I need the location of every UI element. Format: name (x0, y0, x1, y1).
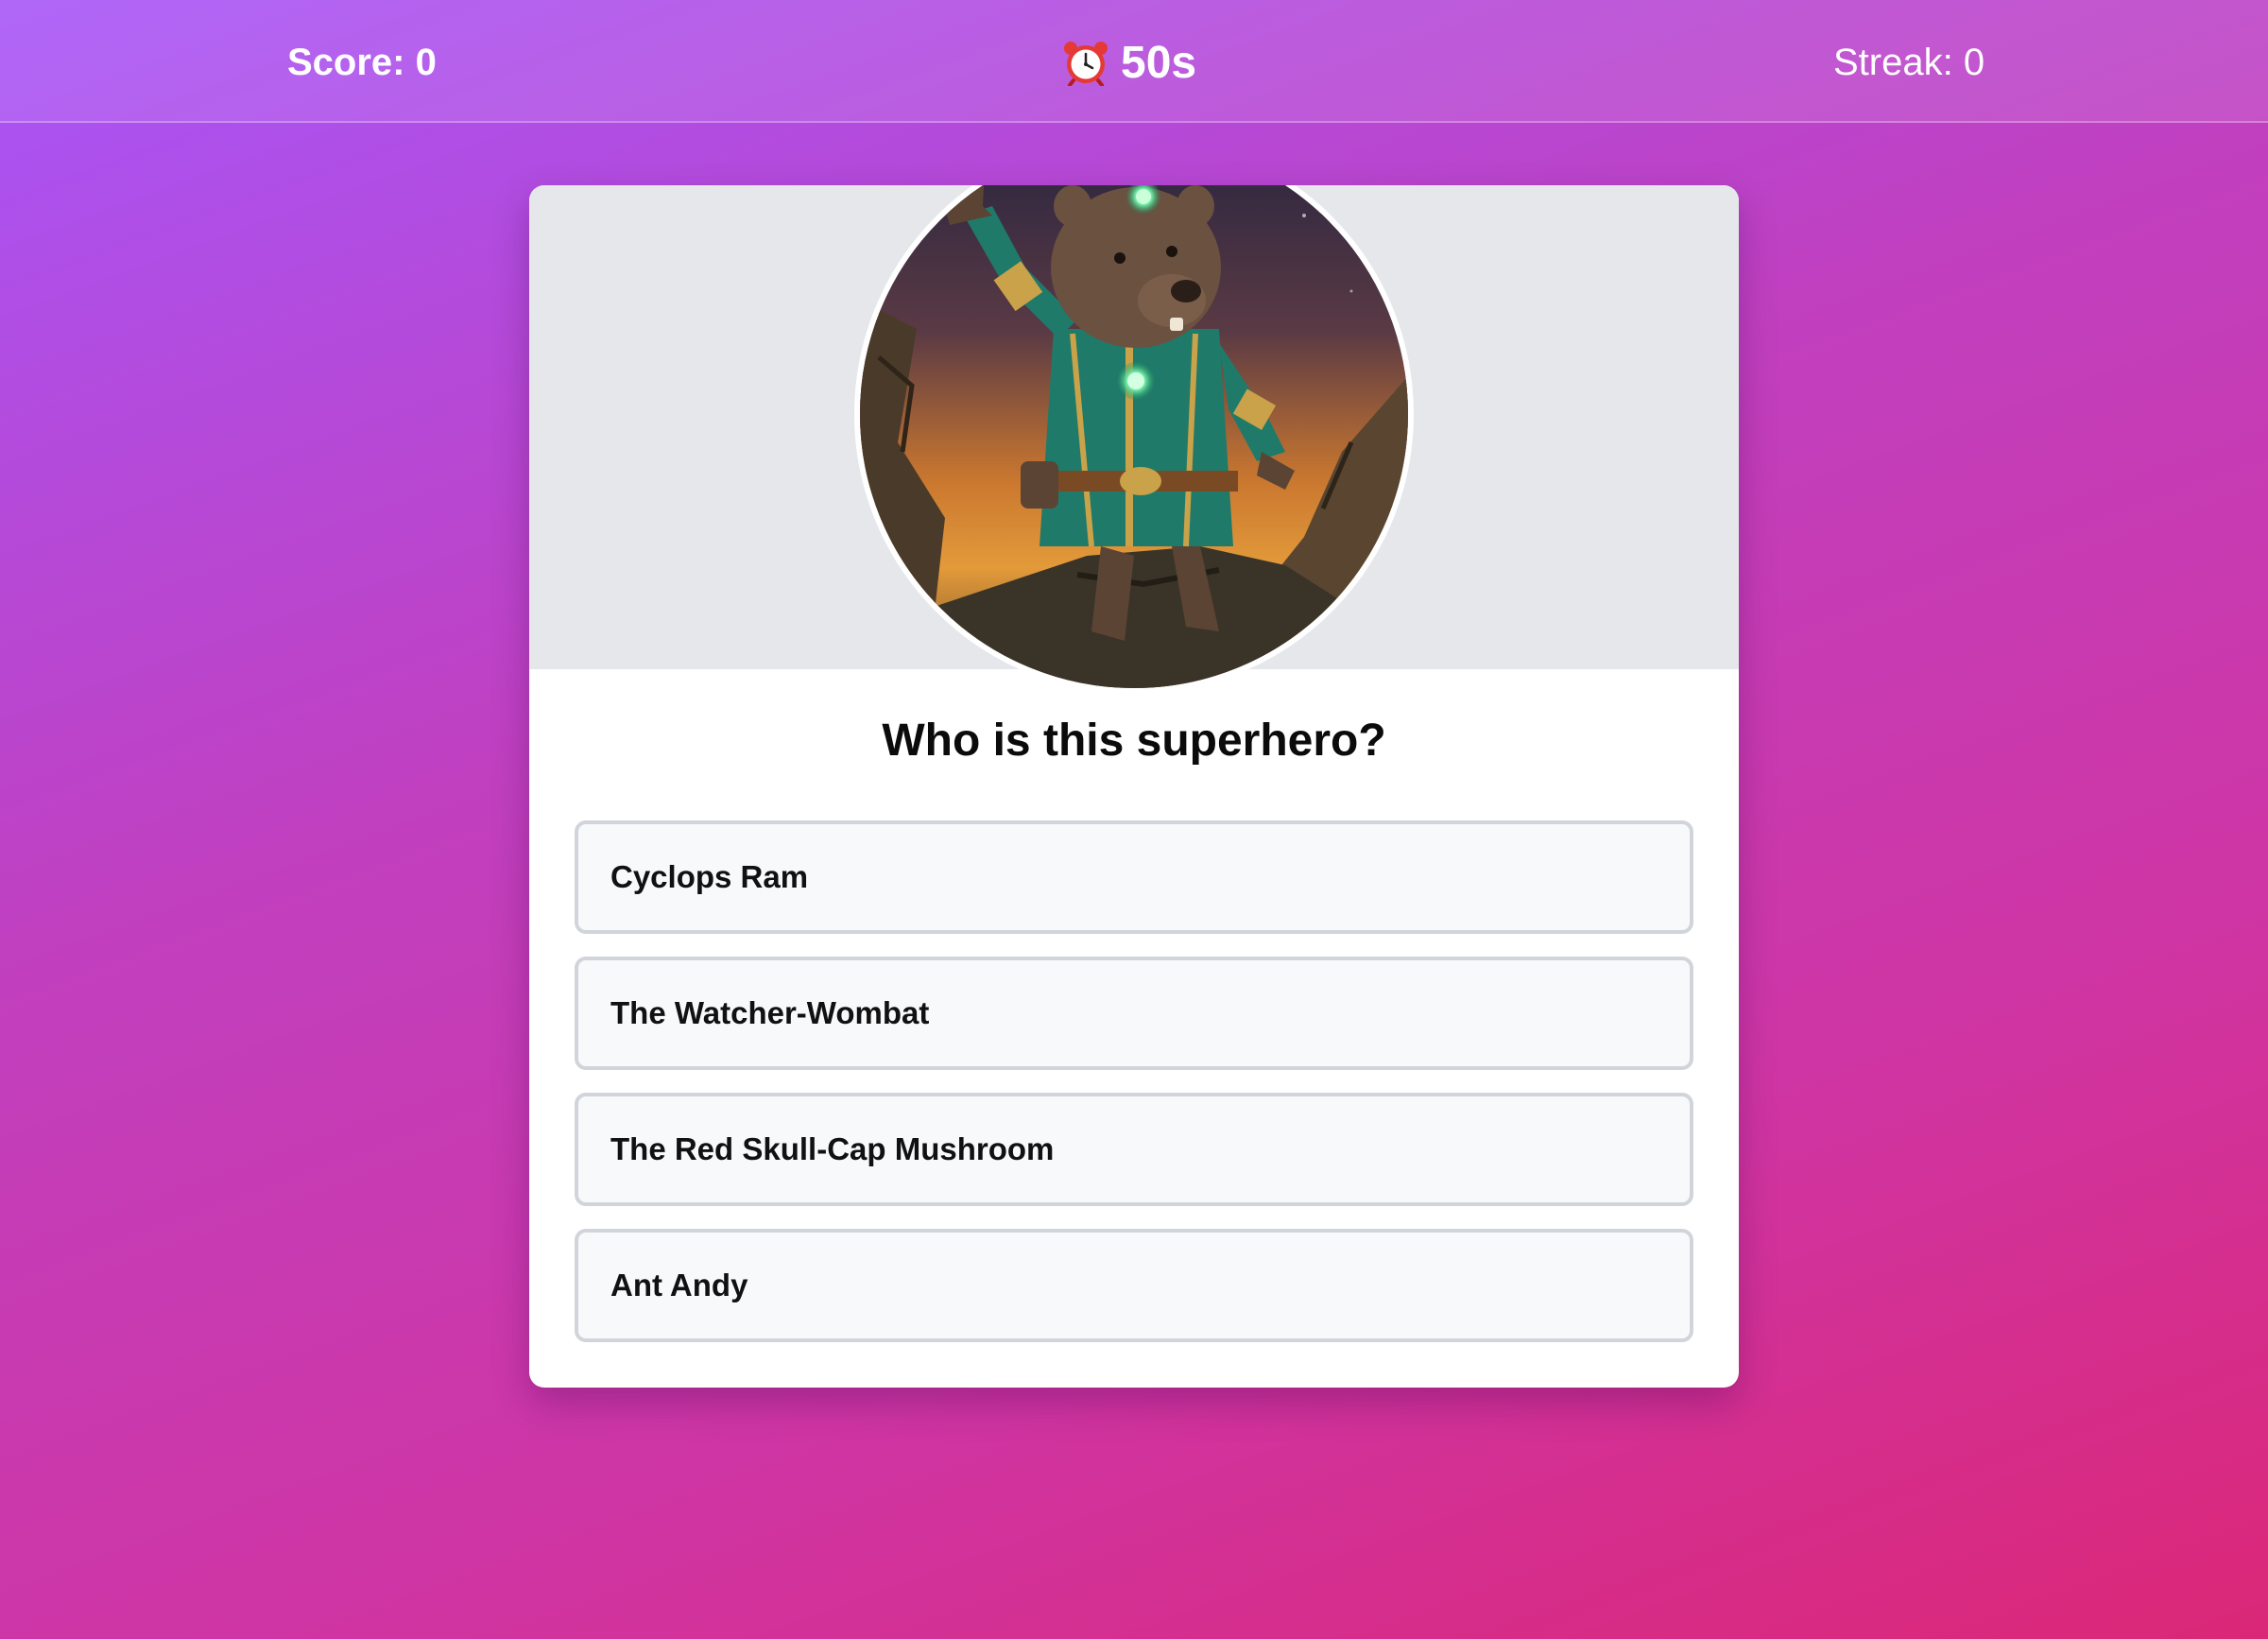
timer-value: 50s (1121, 37, 1197, 88)
answer-option[interactable]: Ant Andy (575, 1229, 1693, 1342)
timer-display: 50s (1062, 32, 1196, 93)
answer-options: Cyclops Ram The Watcher-Wombat The Red S… (575, 820, 1693, 1365)
alarm-clock-icon (1064, 42, 1108, 86)
streak-display: Streak: 0 (1833, 42, 1985, 83)
score-display: Score: 0 (287, 42, 437, 83)
wombat-illustration (860, 185, 1408, 688)
question-text: Who is this superhero? (882, 716, 1386, 766)
answer-option[interactable]: The Red Skull-Cap Mushroom (575, 1093, 1693, 1206)
quiz-card: Who is this superhero? Cyclops Ram The W… (529, 185, 1739, 1388)
answer-option[interactable]: Cyclops Ram (575, 820, 1693, 934)
answer-option[interactable]: The Watcher-Wombat (575, 957, 1693, 1070)
status-bar: Score: 0 50s Streak: 0 (0, 0, 2268, 123)
